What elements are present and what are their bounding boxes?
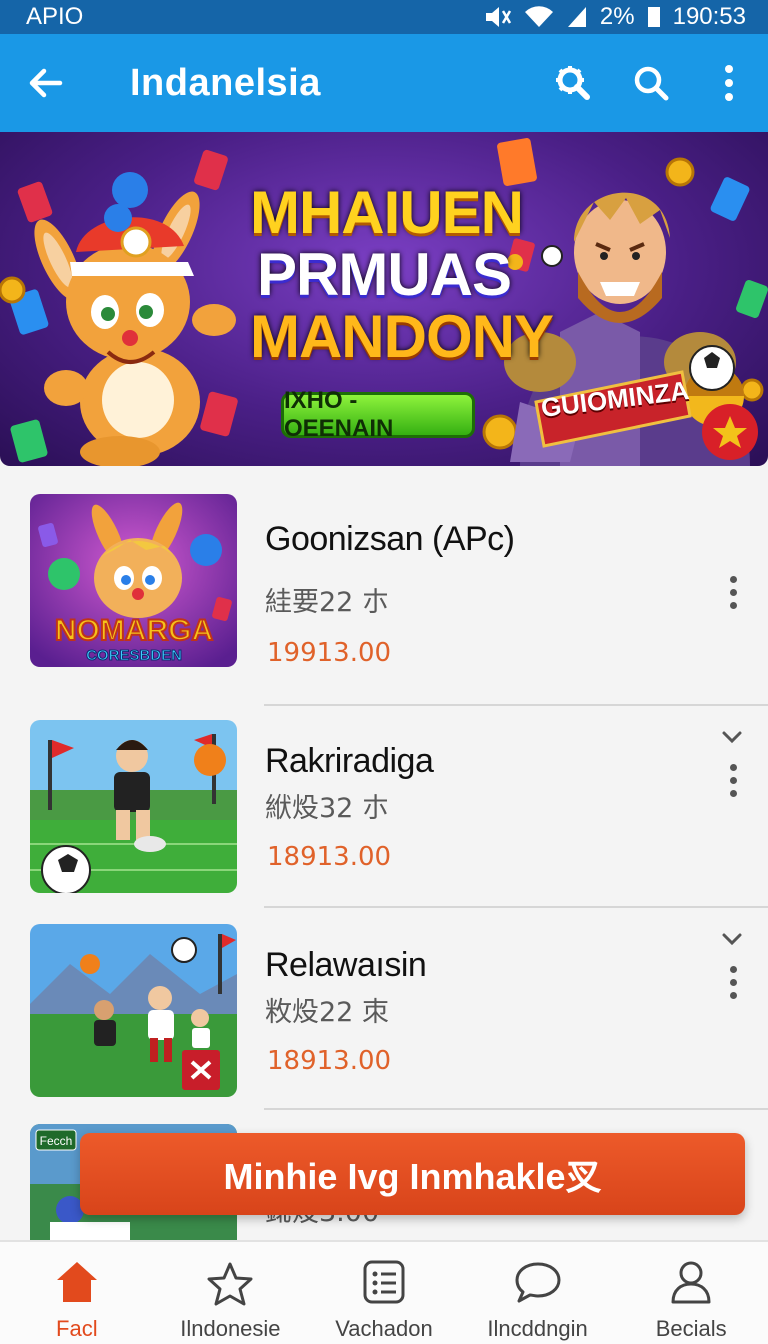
game-price: 18913.00 — [267, 842, 392, 872]
game-meta: 絥炈32 朩 — [265, 793, 389, 824]
game-thumbnail[interactable] — [30, 924, 237, 1097]
game-price: 18913.00 — [267, 1046, 392, 1076]
nav-item-profile[interactable]: Becials — [614, 1242, 768, 1344]
game-thumbnail-art — [30, 924, 237, 1097]
back-arrow-icon — [29, 68, 63, 98]
banner-title: MHAIUEN PRMUAS MANDONY — [250, 179, 554, 370]
game-price: 19913.00 — [267, 638, 392, 668]
banner-title-line-2: PRMUAS — [256, 241, 512, 308]
banner-cta-button[interactable]: IXHO - OEENAIN — [281, 387, 475, 442]
search-icon — [634, 66, 669, 101]
game-title: Goonizsan (APc) — [265, 520, 515, 558]
bottom-nav: Facl Ilndonesie Vachadon Ilncddngin Beci… — [0, 1240, 768, 1344]
banner-title-line-1: MHAIUEN — [250, 179, 524, 246]
chevron-down-icon[interactable] — [720, 930, 744, 948]
app-screen: APIO 2% 190:53 Indanelsia MHAIUEN PRMUAS… — [0, 0, 768, 1344]
mute-icon — [485, 7, 511, 27]
nav-item-home[interactable]: Facl — [0, 1242, 154, 1344]
game-thumbnail-art — [30, 720, 237, 893]
status-time: 190:53 — [672, 3, 746, 30]
list-item[interactable]: Relawaısin 敉炈22 朿 18913.00 — [0, 920, 768, 1125]
game-thumbnail[interactable] — [30, 720, 237, 893]
nav-item-list[interactable]: Vachadon — [307, 1242, 461, 1344]
chat-bubble-icon — [515, 1262, 561, 1303]
list-divider — [264, 704, 768, 706]
back-button[interactable] — [0, 34, 92, 132]
nav-item-favorites[interactable]: Ilndonesie — [154, 1242, 308, 1344]
overflow-menu-button[interactable] — [690, 34, 768, 132]
game-title: Relawaısin — [265, 946, 427, 984]
nav-label: Becials — [655, 1316, 727, 1341]
signal-icon — [567, 7, 586, 27]
person-icon — [671, 1261, 711, 1304]
battery-percent: 2% — [599, 3, 635, 30]
game-meta: 絓要22 朩 — [265, 587, 389, 618]
nav-item-messages[interactable]: Ilncddngin — [461, 1242, 615, 1344]
search-button[interactable] — [612, 34, 690, 132]
gear-search-icon — [556, 66, 590, 100]
list-item[interactable]: NOMARGA CORESBDEN Goonizsan (APc) 絓要22 朩… — [0, 490, 768, 695]
list-divider — [264, 1108, 768, 1110]
nav-label: Vachadon — [335, 1316, 433, 1341]
page-title: Indanelsia — [130, 61, 321, 104]
item-more-button[interactable] — [718, 570, 748, 614]
status-icons: 2% 190:53 — [482, 3, 746, 31]
thumb-logo-top: NOMARGA — [55, 614, 213, 647]
battery-icon — [647, 7, 660, 27]
game-title: Rakriradiga — [265, 742, 434, 780]
status-bar: APIO 2% 190:53 — [0, 0, 768, 34]
item-more-button[interactable] — [718, 960, 748, 1004]
gear-search-button[interactable] — [534, 34, 612, 132]
game-thumbnail-art: NOMARGA CORESBDEN — [30, 494, 237, 667]
home-icon — [56, 1262, 97, 1302]
app-bar: Indanelsia — [0, 34, 768, 132]
status-carrier-text: APIO — [26, 3, 84, 30]
thumb-logo-bottom: CORESBDEN — [86, 647, 182, 664]
banner-title-line-3: MANDONY — [250, 303, 554, 370]
nav-label: Facl — [56, 1316, 98, 1341]
nav-label: Ilncddngin — [487, 1316, 588, 1341]
list-item[interactable]: Rakriradiga 絥炈32 朩 18913.00 — [0, 716, 768, 921]
item-more-button[interactable] — [718, 758, 748, 802]
list-divider — [264, 906, 768, 908]
thumb-badge-text: Fecch — [40, 1134, 73, 1148]
wifi-icon — [524, 6, 553, 28]
list-icon — [363, 1260, 405, 1304]
game-thumbnail[interactable]: NOMARGA CORESBDEN — [30, 494, 237, 667]
promo-banner[interactable]: MHAIUEN PRMUAS MANDONY IXHO - OEENAIN GU… — [0, 132, 768, 466]
game-meta: 敉炈22 朿 — [265, 997, 389, 1028]
chevron-down-icon[interactable] — [720, 728, 744, 746]
star-icon — [207, 1262, 253, 1306]
nav-label: Ilndonesie — [180, 1316, 281, 1341]
install-button[interactable]: Minhie Ivg Inmhakle㕚 — [80, 1133, 745, 1215]
more-vertical-icon — [725, 65, 733, 101]
